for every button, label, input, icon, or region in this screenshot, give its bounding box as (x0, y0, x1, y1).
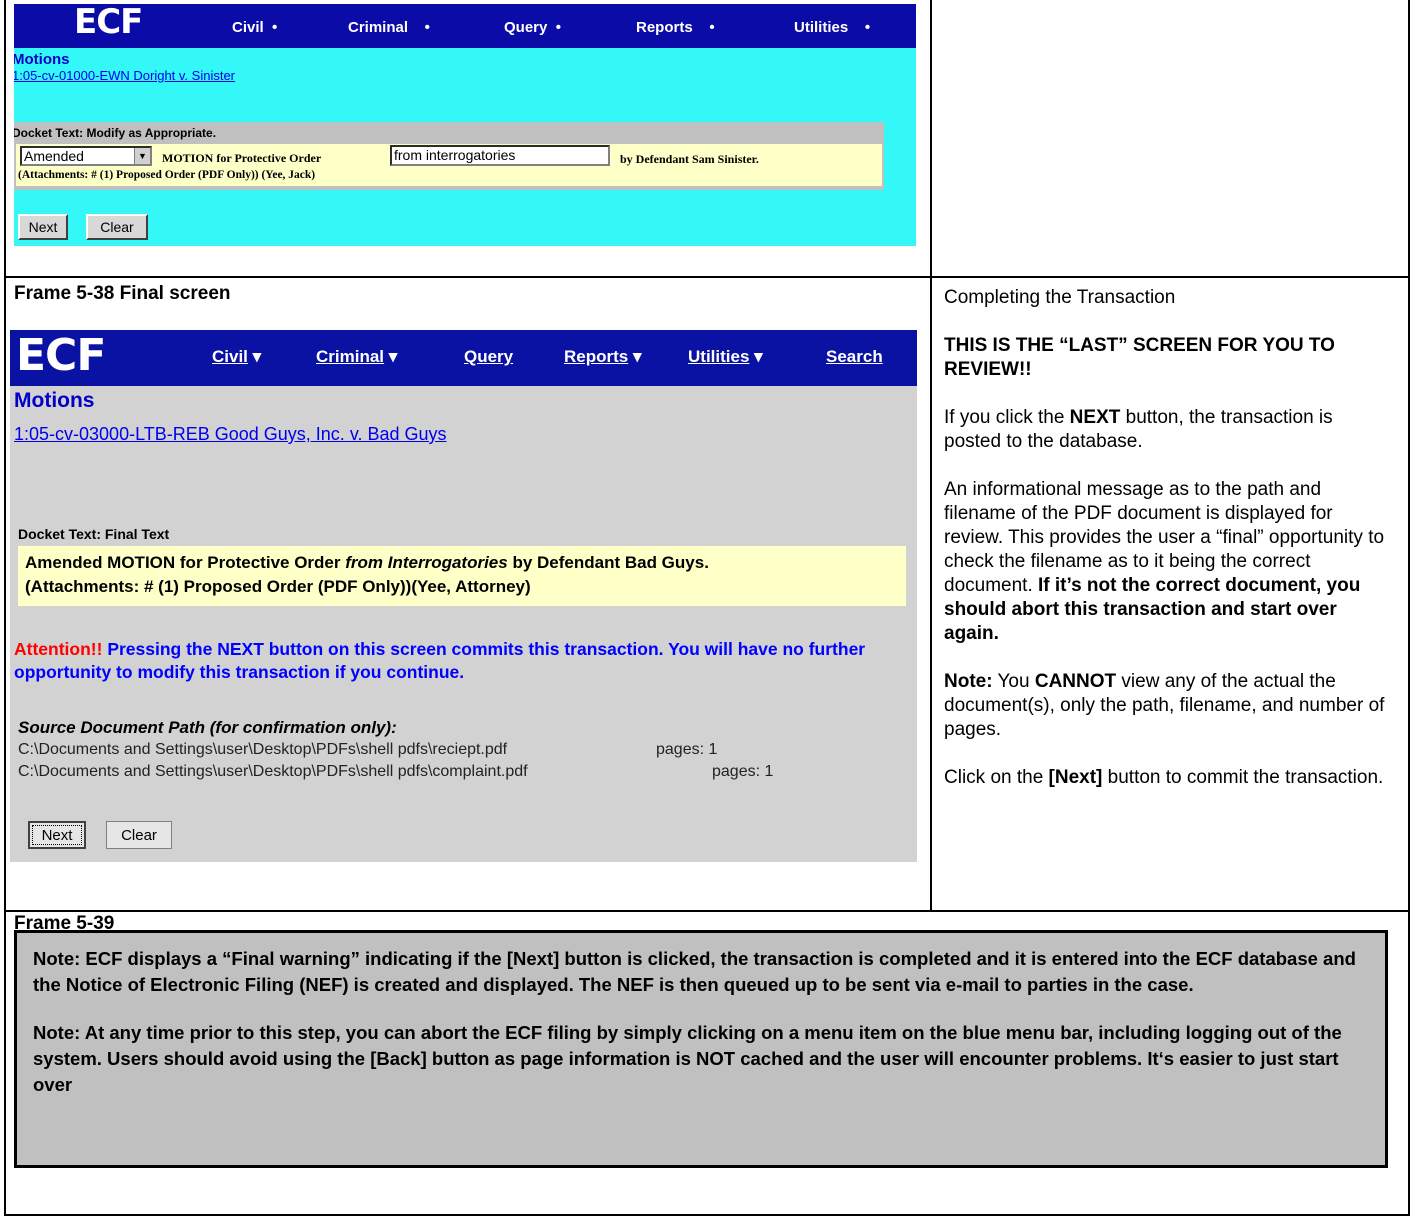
frame-5-38-label: Frame 5-38 Final screen (14, 283, 231, 304)
docket-text-area: Amended ▼ MOTION for Protective Order fr… (16, 144, 882, 186)
final-warning: Attention!! Pressing the NEXT button on … (14, 639, 866, 682)
by-party-text: by Defendant Sam Sinister. (620, 152, 759, 166)
chevron-down-icon[interactable]: ▼ (134, 148, 150, 164)
source-pages-1: pages: 1 (656, 741, 718, 758)
clear-button[interactable]: Clear (106, 821, 172, 849)
section-heading: Completing the Transaction (944, 287, 1176, 308)
final-docket-text: Amended MOTION for Protective Order from… (18, 546, 906, 606)
menu-civil[interactable]: Civil ▾ (212, 347, 261, 367)
menu-reports[interactable]: Reports • (636, 19, 715, 36)
ecf-logo: ECF (16, 330, 106, 381)
source-pages-2: pages: 1 (712, 763, 774, 780)
screenshot-docket-modify: ECF Civil • Criminal • Query • Reports •… (14, 4, 916, 246)
menu-query[interactable]: Query (464, 347, 513, 367)
menu-query[interactable]: Query • (504, 19, 561, 36)
note-box: Note: ECF displays a “Final warning” ind… (14, 930, 1388, 1168)
menu-utilities[interactable]: Utilities • (794, 19, 870, 36)
case-link[interactable]: 1:05-cv-01000-EWN Doright v. Sinister (14, 68, 235, 83)
docket-label: Docket Text: Final Text (18, 526, 170, 542)
ecf-logo: ECF (74, 4, 143, 42)
docket-label: Docket Text: Modify as Appropriate. (14, 126, 217, 140)
clear-button[interactable]: Clear (86, 214, 148, 240)
menu-utilities[interactable]: Utilities ▾ (688, 347, 763, 367)
table-border-left (4, 0, 6, 1216)
docket-panel: Docket Text: Modify as Appropriate. Amen… (14, 122, 884, 190)
source-path-label: Source Document Path (for confirmation o… (18, 718, 397, 737)
motion-text: MOTION for Protective Order (162, 151, 322, 165)
row-divider-1 (4, 276, 1410, 278)
instruction-commit: Click on the [Next] button to commit the… (944, 767, 1384, 788)
instruction-note: Note: You CANNOT view any of the actual … (944, 671, 1385, 740)
column-divider (930, 0, 932, 912)
instruction-next: If you click the NEXT button, the transa… (944, 407, 1333, 452)
screenshot-final-screen: ECF Civil ▾ Criminal ▾ Query Reports ▾ U… (10, 330, 917, 862)
right-column-instructions: Completing the Transaction THIS IS THE “… (944, 286, 1394, 790)
menu-civil[interactable]: Civil • (232, 19, 277, 36)
table-border-right (1408, 0, 1410, 1216)
next-button[interactable]: Next (28, 821, 86, 849)
menu-criminal[interactable]: Criminal ▾ (316, 347, 397, 367)
source-path-1: C:\Documents and Settings\user\Desktop\P… (18, 741, 508, 758)
last-screen-warning: THIS IS THE “LAST” SCREEN FOR YOU TO REV… (944, 335, 1335, 380)
attachments-text: (Attachments: # (1) Proposed Order (PDF … (18, 169, 316, 181)
menu-criminal[interactable]: Criminal • (348, 19, 430, 36)
case-link[interactable]: 1:05-cv-03000-LTB-REB Good Guys, Inc. v.… (14, 424, 447, 445)
row-divider-2 (4, 910, 1410, 912)
menu-reports[interactable]: Reports ▾ (564, 347, 642, 367)
page-title: Motions (14, 51, 70, 68)
instruction-path-review: An informational message as to the path … (944, 479, 1385, 644)
ecf-menu-bar: ECF Civil ▾ Criminal ▾ Query Reports ▾ U… (10, 330, 917, 386)
ecf-menu-bar: ECF Civil • Criminal • Query • Reports •… (14, 4, 916, 48)
page-title: Motions (14, 389, 95, 412)
next-button[interactable]: Next (18, 214, 68, 240)
source-path-2: C:\Documents and Settings\user\Desktop\P… (18, 763, 528, 780)
prefix-select[interactable]: Amended ▼ (20, 146, 152, 166)
docket-text-input[interactable]: from interrogatories (390, 145, 610, 166)
note-final-warning: Note: ECF displays a “Final warning” ind… (33, 948, 1356, 995)
note-abort-filing: Note: At any time prior to this step, yo… (33, 1022, 1342, 1095)
menu-search[interactable]: Search (826, 347, 883, 367)
